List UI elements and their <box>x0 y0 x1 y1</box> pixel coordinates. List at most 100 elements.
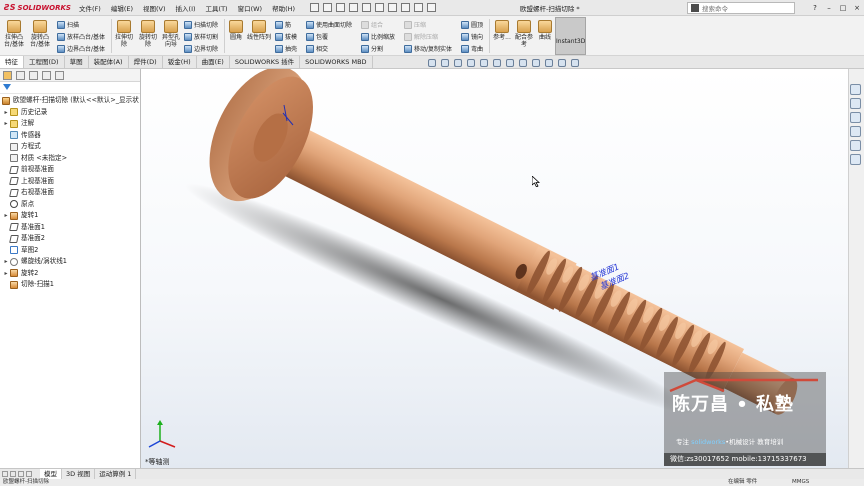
options-gear-icon[interactable] <box>427 3 437 12</box>
display-monitor-icon[interactable] <box>571 59 579 67</box>
menu-view[interactable]: 视图(V) <box>138 3 171 13</box>
mate-reference-button[interactable]: 配合参考 <box>514 20 534 48</box>
dimxpert-tab-icon[interactable] <box>42 71 51 80</box>
view-palette-icon[interactable] <box>850 126 861 137</box>
tree-item[interactable]: 右视基准面 <box>0 187 140 199</box>
revolved-cut-button[interactable]: 旋转切除 <box>137 20 159 48</box>
instant3d-button[interactable]: Instant3D <box>555 17 586 55</box>
menu-file[interactable]: 文件(F) <box>74 3 106 13</box>
tab-model[interactable]: 模型 <box>40 468 62 480</box>
tree-item[interactable]: 基准面1 <box>0 222 140 234</box>
extruded-cut-button[interactable]: 拉伸切除 <box>113 20 135 48</box>
menu-help[interactable]: 帮助(H) <box>267 3 300 13</box>
tab-mbd[interactable]: SOLIDWORKS MBD <box>300 56 373 68</box>
prev-tab-icon[interactable] <box>10 471 16 477</box>
tab-motion-study[interactable]: 运动算例 1 <box>95 468 137 480</box>
tree-item[interactable]: ▸ 注解 <box>0 118 140 130</box>
design-library-icon[interactable] <box>850 98 861 109</box>
move-copy-body-button[interactable]: 移动/复制实体 <box>404 44 452 53</box>
tree-item[interactable]: 基准面2 <box>0 233 140 245</box>
undo-icon[interactable] <box>375 3 385 12</box>
next-tab-icon[interactable] <box>18 471 24 477</box>
linear-pattern-button[interactable]: 线性阵列 <box>246 20 272 41</box>
tree-item[interactable]: ▸ 螺旋线/涡状线1 <box>0 256 140 268</box>
draft-button[interactable]: 拔模 <box>275 32 297 41</box>
scale-button[interactable]: 比例缩放 <box>361 32 395 41</box>
tree-root[interactable]: 欧盟螺杆-扫描切除 (默认<<默认>_显示状 <box>0 95 140 107</box>
dynamic-annotation-icon[interactable] <box>480 59 488 67</box>
split-button[interactable]: 分割 <box>361 44 383 53</box>
search-input[interactable]: 搜索命令 <box>687 2 795 14</box>
select-icon[interactable] <box>388 3 398 12</box>
section-view-icon[interactable] <box>467 59 475 67</box>
tab-weldments[interactable]: 焊件(D) <box>129 56 163 68</box>
mirror-button[interactable]: 镜向 <box>461 32 483 41</box>
appearances-icon[interactable] <box>850 140 861 151</box>
solidworks-resources-icon[interactable] <box>850 84 861 95</box>
extruded-boss-button[interactable]: 拉伸凸台/基体 <box>2 20 26 48</box>
hole-wizard-button[interactable]: 异型孔向导 <box>160 20 182 48</box>
tree-item[interactable]: 原点 <box>0 199 140 211</box>
zoom-to-fit-icon[interactable] <box>428 59 436 67</box>
suppress-button[interactable]: 压缩 <box>404 20 426 29</box>
shell-button[interactable]: 抽壳 <box>275 44 297 53</box>
previous-view-icon[interactable] <box>454 59 462 67</box>
first-tab-icon[interactable] <box>2 471 8 477</box>
maximize-button[interactable]: □ <box>836 0 850 16</box>
close-button[interactable]: × <box>850 0 864 16</box>
unsuppress-button[interactable]: 解除压缩 <box>404 32 438 41</box>
edit-appearance-icon[interactable] <box>532 59 540 67</box>
reference-geometry-button[interactable]: 参考... <box>492 20 512 41</box>
new-file-icon[interactable] <box>323 3 333 12</box>
expand-toggle-icon[interactable]: ▸ <box>2 210 10 222</box>
tab-3d-views[interactable]: 3D 视图 <box>62 468 96 480</box>
intersect-button[interactable]: 相交 <box>306 44 328 53</box>
minimize-button[interactable]: – <box>822 0 836 16</box>
tab-addins[interactable]: SOLIDWORKS 插件 <box>230 56 301 68</box>
feature-manager-tab-icon[interactable] <box>3 71 12 80</box>
loft-button[interactable]: 放样凸台/基体 <box>57 32 105 41</box>
curves-button[interactable]: 曲线 <box>536 20 554 41</box>
display-manager-tab-icon[interactable] <box>55 71 64 80</box>
app-logo[interactable]: ƧS SOLIDWORKS <box>0 3 74 12</box>
tree-item[interactable]: 上视基准面 <box>0 176 140 188</box>
use-surface-cut-button[interactable]: 使用曲面切除 <box>306 20 352 29</box>
tree-item[interactable]: 前视基准面 <box>0 164 140 176</box>
tree-item[interactable]: 传感器 <box>0 130 140 142</box>
expand-toggle-icon[interactable]: ▸ <box>2 268 10 280</box>
tree-item[interactable]: 切除-扫描1 <box>0 279 140 291</box>
tree-item[interactable]: ▸ 旋转1 <box>0 210 140 222</box>
tab-assembly[interactable]: 装配体(A) <box>89 56 129 68</box>
menu-tools[interactable]: 工具(T) <box>201 3 233 13</box>
rib-button[interactable]: 筋 <box>275 20 291 29</box>
sweep-button[interactable]: 扫描 <box>57 20 79 29</box>
tab-surfaces[interactable]: 曲面(E) <box>197 56 230 68</box>
custom-properties-icon[interactable] <box>850 154 861 165</box>
file-explorer-icon[interactable] <box>850 112 861 123</box>
swept-cut-button[interactable]: 扫描切除 <box>184 20 218 29</box>
tree-item[interactable]: ▸ 旋转2 <box>0 268 140 280</box>
file-properties-icon[interactable] <box>414 3 424 12</box>
tab-sheet-metal[interactable]: 钣金(H) <box>163 56 197 68</box>
help-button[interactable]: ? <box>808 0 822 16</box>
tab-sketch[interactable]: 草图 <box>65 56 89 68</box>
flex-button[interactable]: 弯曲 <box>461 44 483 53</box>
menu-insert[interactable]: 插入(I) <box>171 3 201 13</box>
expand-toggle-icon[interactable]: ▸ <box>2 107 10 119</box>
rebuild-icon[interactable] <box>401 3 411 12</box>
home-icon[interactable] <box>310 3 320 12</box>
tab-features[interactable]: 特征 <box>0 56 24 68</box>
status-units[interactable]: MMGS <box>792 479 809 486</box>
combine-button[interactable]: 组合 <box>361 20 383 29</box>
tree-filter[interactable] <box>0 82 140 94</box>
tree-item[interactable]: 方程式 <box>0 141 140 153</box>
menu-window[interactable]: 窗口(W) <box>233 3 268 13</box>
last-tab-icon[interactable] <box>26 471 32 477</box>
print-icon[interactable] <box>362 3 372 12</box>
tab-drawing[interactable]: 工程图(D) <box>24 56 65 68</box>
zoom-to-area-icon[interactable] <box>441 59 449 67</box>
view-orientation-icon[interactable] <box>493 59 501 67</box>
save-icon[interactable] <box>349 3 359 12</box>
tree-item[interactable]: ▸ 历史记录 <box>0 107 140 119</box>
apply-scene-icon[interactable] <box>545 59 553 67</box>
